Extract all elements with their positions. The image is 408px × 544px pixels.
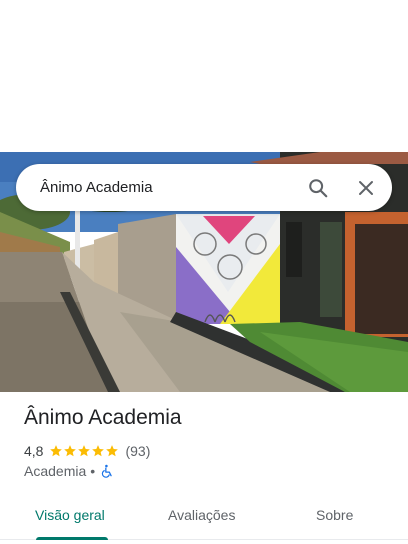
rating-row[interactable]: 4,8 (93) <box>24 443 392 459</box>
star-icon <box>50 445 63 457</box>
rating-stars <box>49 444 119 458</box>
place-category: Academia <box>24 463 87 479</box>
place-title: Ânimo Academia <box>24 406 182 429</box>
category-row: Academia • <box>24 463 392 479</box>
active-tab-indicator <box>36 537 108 540</box>
search-button[interactable] <box>298 168 338 208</box>
close-button[interactable] <box>346 168 386 208</box>
place-info: Ânimo Academia 4,8 (93) Academia • <box>24 404 392 479</box>
rating-value: 4,8 <box>24 443 44 459</box>
star-icon <box>92 445 105 457</box>
search-input[interactable]: Ânimo Academia <box>40 179 298 196</box>
map-blank-area <box>0 0 408 152</box>
separator-dot: • <box>90 463 96 479</box>
tab-reviews[interactable]: Avaliações <box>168 492 235 538</box>
search-bar[interactable]: Ânimo Academia <box>16 164 392 211</box>
close-icon <box>359 180 373 195</box>
tab-overview[interactable]: Visão geral <box>35 492 105 538</box>
star-icon <box>106 445 119 457</box>
tab-about[interactable]: Sobre <box>316 492 353 538</box>
star-icon <box>78 445 91 457</box>
wheelchair-icon <box>102 464 112 478</box>
tab-bar: Visão geral Avaliações Sobre <box>0 492 408 540</box>
review-count[interactable]: (93) <box>125 443 150 459</box>
star-icon <box>64 445 77 457</box>
search-icon <box>309 178 328 197</box>
